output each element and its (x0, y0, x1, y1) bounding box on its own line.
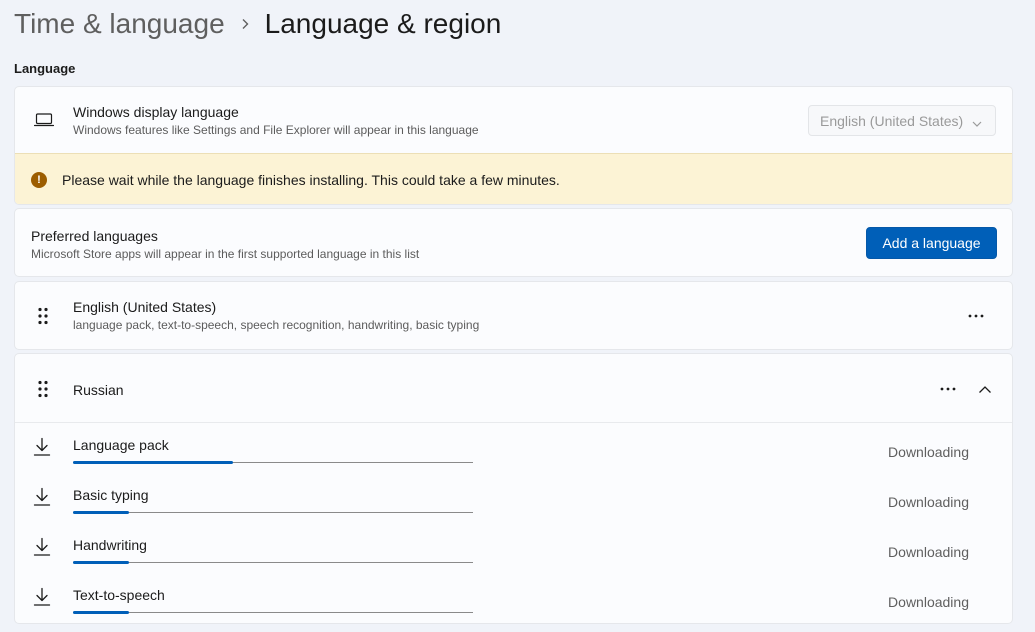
download-progress-fill (73, 611, 129, 614)
download-icon (33, 537, 51, 562)
display-language-row: Windows display language Windows feature… (15, 87, 1012, 153)
display-language-dropdown[interactable]: English (United States) (808, 105, 996, 136)
download-icon (33, 487, 51, 512)
language-item-english[interactable]: English (United States) language pack, t… (14, 281, 1013, 350)
install-warning-banner: ! Please wait while the language finishe… (15, 153, 1012, 204)
language-item-russian: Russian Language pack Downloading Basic ty… (14, 353, 1013, 624)
drag-handle-icon[interactable] (37, 307, 49, 325)
download-status: Downloading (888, 544, 969, 560)
download-progress-fill (73, 561, 129, 564)
drag-handle-icon[interactable] (37, 380, 49, 398)
more-icon (940, 387, 956, 391)
download-progress-fill (73, 461, 233, 464)
laptop-icon (33, 112, 55, 128)
page-title: Language & region (264, 8, 502, 39)
download-progress-bar (73, 511, 473, 514)
add-language-button[interactable]: Add a language (866, 227, 997, 259)
display-language-description: Windows features like Settings and File … (73, 122, 479, 137)
more-icon (968, 314, 984, 318)
download-item: Text-to-speech Downloading (15, 575, 1014, 625)
language-name: English (United States) (73, 299, 217, 315)
breadcrumb: Time & language Language & region (14, 4, 501, 44)
download-status: Downloading (888, 444, 969, 460)
download-progress-bar (73, 561, 473, 564)
preferred-languages-card: Preferred languages Microsoft Store apps… (14, 208, 1013, 277)
section-label-language: Language (14, 61, 76, 76)
download-item: Language pack Downloading (15, 425, 1014, 475)
chevron-right-icon (225, 18, 265, 30)
download-progress-fill (73, 511, 129, 514)
download-item-name: Language pack (73, 437, 169, 453)
settings-page: Time & language Language & region Langua… (0, 0, 1035, 632)
download-icon (33, 437, 51, 462)
download-progress-bar (73, 461, 473, 464)
download-progress-bar (73, 611, 473, 614)
download-item-name: Basic typing (73, 487, 149, 503)
download-item: Basic typing Downloading (15, 475, 1014, 525)
display-language-card: Windows display language Windows feature… (14, 86, 1013, 205)
download-status: Downloading (888, 494, 969, 510)
download-status: Downloading (888, 594, 969, 610)
language-features: language pack, text-to-speech, speech re… (73, 318, 480, 332)
download-item-name: Text-to-speech (73, 587, 165, 603)
more-options-button[interactable] (933, 374, 963, 404)
download-item: Handwriting Downloading (15, 525, 1014, 575)
breadcrumb-parent-link[interactable]: Time & language (14, 8, 225, 40)
preferred-languages-title: Preferred languages (31, 228, 158, 244)
download-item-name: Handwriting (73, 537, 147, 553)
install-warning-text: Please wait while the language finishes … (62, 171, 560, 188)
display-language-title: Windows display language (73, 103, 239, 120)
download-icon (33, 587, 51, 612)
chevron-up-icon (979, 385, 991, 393)
display-language-selected: English (United States) (820, 112, 964, 129)
language-item-russian-header[interactable]: Russian (15, 354, 1012, 423)
collapse-button[interactable] (970, 374, 1000, 404)
more-options-button[interactable] (961, 301, 991, 331)
language-name: Russian (73, 382, 124, 398)
preferred-languages-description: Microsoft Store apps will appear in the … (31, 247, 420, 261)
warning-icon: ! (31, 171, 47, 188)
chevron-down-icon (972, 115, 982, 131)
